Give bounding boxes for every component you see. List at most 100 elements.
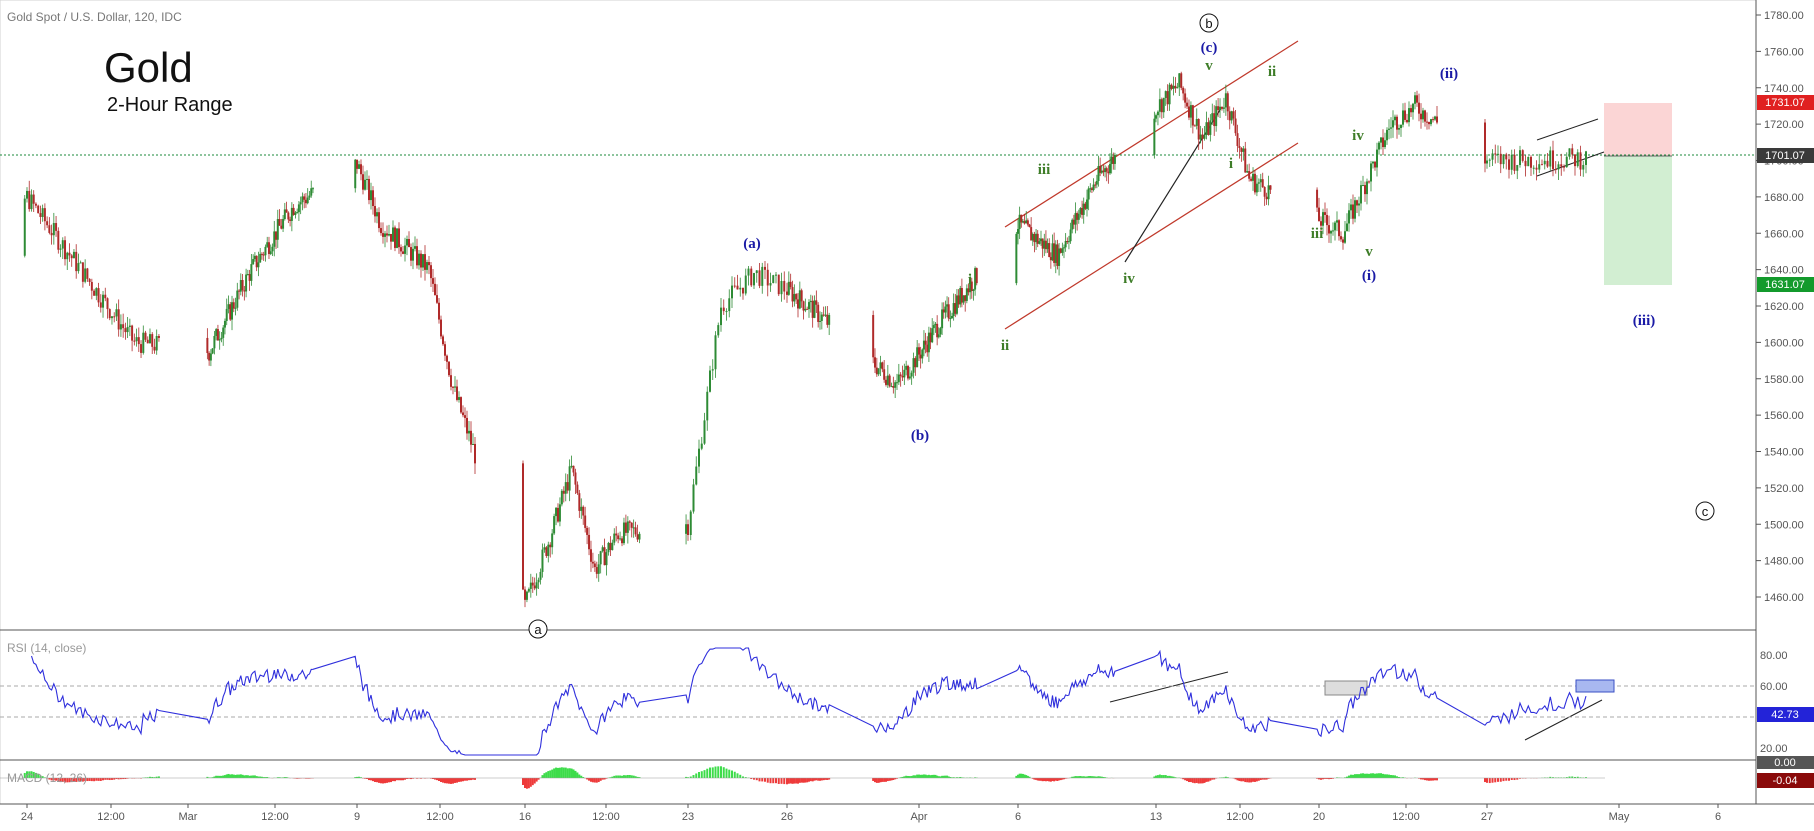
macd-bar (812, 778, 814, 781)
macd-bar (808, 778, 810, 782)
macd-bar (1163, 775, 1165, 778)
candle-body (1525, 161, 1527, 166)
macd-bar (372, 778, 374, 781)
price-tick-label: 1460.00 (1764, 592, 1804, 604)
macd-bar (458, 778, 460, 782)
candle-body (1585, 151, 1587, 165)
candle-body (728, 298, 730, 311)
candle-body (1266, 197, 1268, 199)
candle-body (1198, 119, 1200, 139)
candle-body (885, 380, 887, 385)
candle-body (448, 362, 450, 375)
candle-body (764, 267, 766, 270)
macd-bar (448, 778, 450, 784)
candle-body (1404, 110, 1406, 119)
candle-body (883, 369, 885, 380)
rsi-tick-80: 80.00 (1760, 650, 1788, 662)
candle-body (1549, 150, 1551, 166)
candle-body (951, 316, 953, 318)
candle-body (792, 287, 794, 301)
candle-body (588, 535, 590, 549)
macd-bar (382, 778, 384, 783)
candle-body (881, 362, 883, 369)
macd-bar (462, 778, 464, 781)
macd-bar (1159, 775, 1161, 778)
macd-bar (821, 778, 823, 780)
candle-body (151, 334, 153, 347)
candle-body (1422, 110, 1424, 119)
macd-bar (1356, 774, 1358, 778)
macd-bar (460, 778, 462, 782)
candle-body (1169, 85, 1171, 105)
macd-bar (229, 775, 231, 778)
macd-bar (693, 775, 695, 778)
macd-bar (907, 776, 909, 778)
candle-body (113, 316, 115, 317)
candle-body (1571, 148, 1573, 154)
candle-body (623, 523, 625, 544)
macd-bar (720, 766, 722, 778)
macd-bar (1250, 778, 1252, 782)
candle-body (1376, 150, 1378, 168)
candle-body (1202, 135, 1204, 139)
price-tick-label: 1520.00 (1764, 483, 1804, 495)
candle-body (474, 444, 476, 463)
candle-body (1580, 152, 1582, 169)
candle-body (68, 253, 70, 256)
candle-body (231, 302, 233, 319)
candle-body (698, 449, 700, 467)
candle-body (245, 275, 247, 292)
candle-body (212, 348, 214, 353)
candle-body (1109, 164, 1111, 173)
candle-body (233, 302, 235, 308)
candle-body (48, 225, 50, 233)
candle-body (86, 268, 88, 278)
candle-body (1582, 165, 1584, 170)
candle-body (1346, 223, 1348, 231)
candle-body (432, 278, 434, 284)
candle-body (693, 484, 695, 511)
macd-bar (446, 778, 448, 783)
candle-body (286, 209, 288, 212)
candle-body (120, 324, 122, 329)
candle-body (1432, 119, 1434, 120)
candle-body (753, 273, 755, 285)
candle-body (122, 324, 124, 328)
macd-bar (715, 767, 717, 778)
candle-body (685, 524, 687, 534)
candle-body (1340, 236, 1342, 239)
candle-body (607, 543, 609, 552)
candle-body (938, 334, 940, 337)
macd-bar (565, 768, 567, 778)
candle-body (275, 231, 277, 239)
candle-body (874, 357, 876, 367)
candle-body (307, 198, 309, 204)
macd-bar (881, 778, 883, 782)
candle-body (296, 212, 298, 213)
candle-body (1227, 93, 1229, 111)
candle-body (872, 315, 874, 357)
symbol-header: Gold Spot / U.S. Dollar, 120, IDC (7, 10, 182, 24)
candle-body (1213, 113, 1215, 126)
candle-body (1412, 104, 1414, 113)
candle-body (1269, 185, 1271, 189)
candle-body (1174, 86, 1176, 88)
candle-body (793, 294, 795, 301)
candle-body (1533, 168, 1535, 169)
macd-bar (569, 768, 571, 778)
macd-bar (619, 775, 621, 778)
candle-body (1396, 117, 1398, 130)
macd-bar (772, 778, 774, 783)
candle-body (905, 366, 907, 370)
candle-body (629, 521, 631, 522)
candle-body (1038, 241, 1040, 244)
macd-bar (701, 771, 703, 778)
candle-body (530, 583, 532, 589)
macd-bar (254, 775, 256, 778)
candle-body (273, 231, 275, 246)
candle-body (242, 280, 244, 290)
candle-body (1157, 112, 1159, 115)
candle-body (1250, 179, 1252, 181)
candle-body (287, 213, 289, 220)
candle-body (1494, 153, 1496, 154)
